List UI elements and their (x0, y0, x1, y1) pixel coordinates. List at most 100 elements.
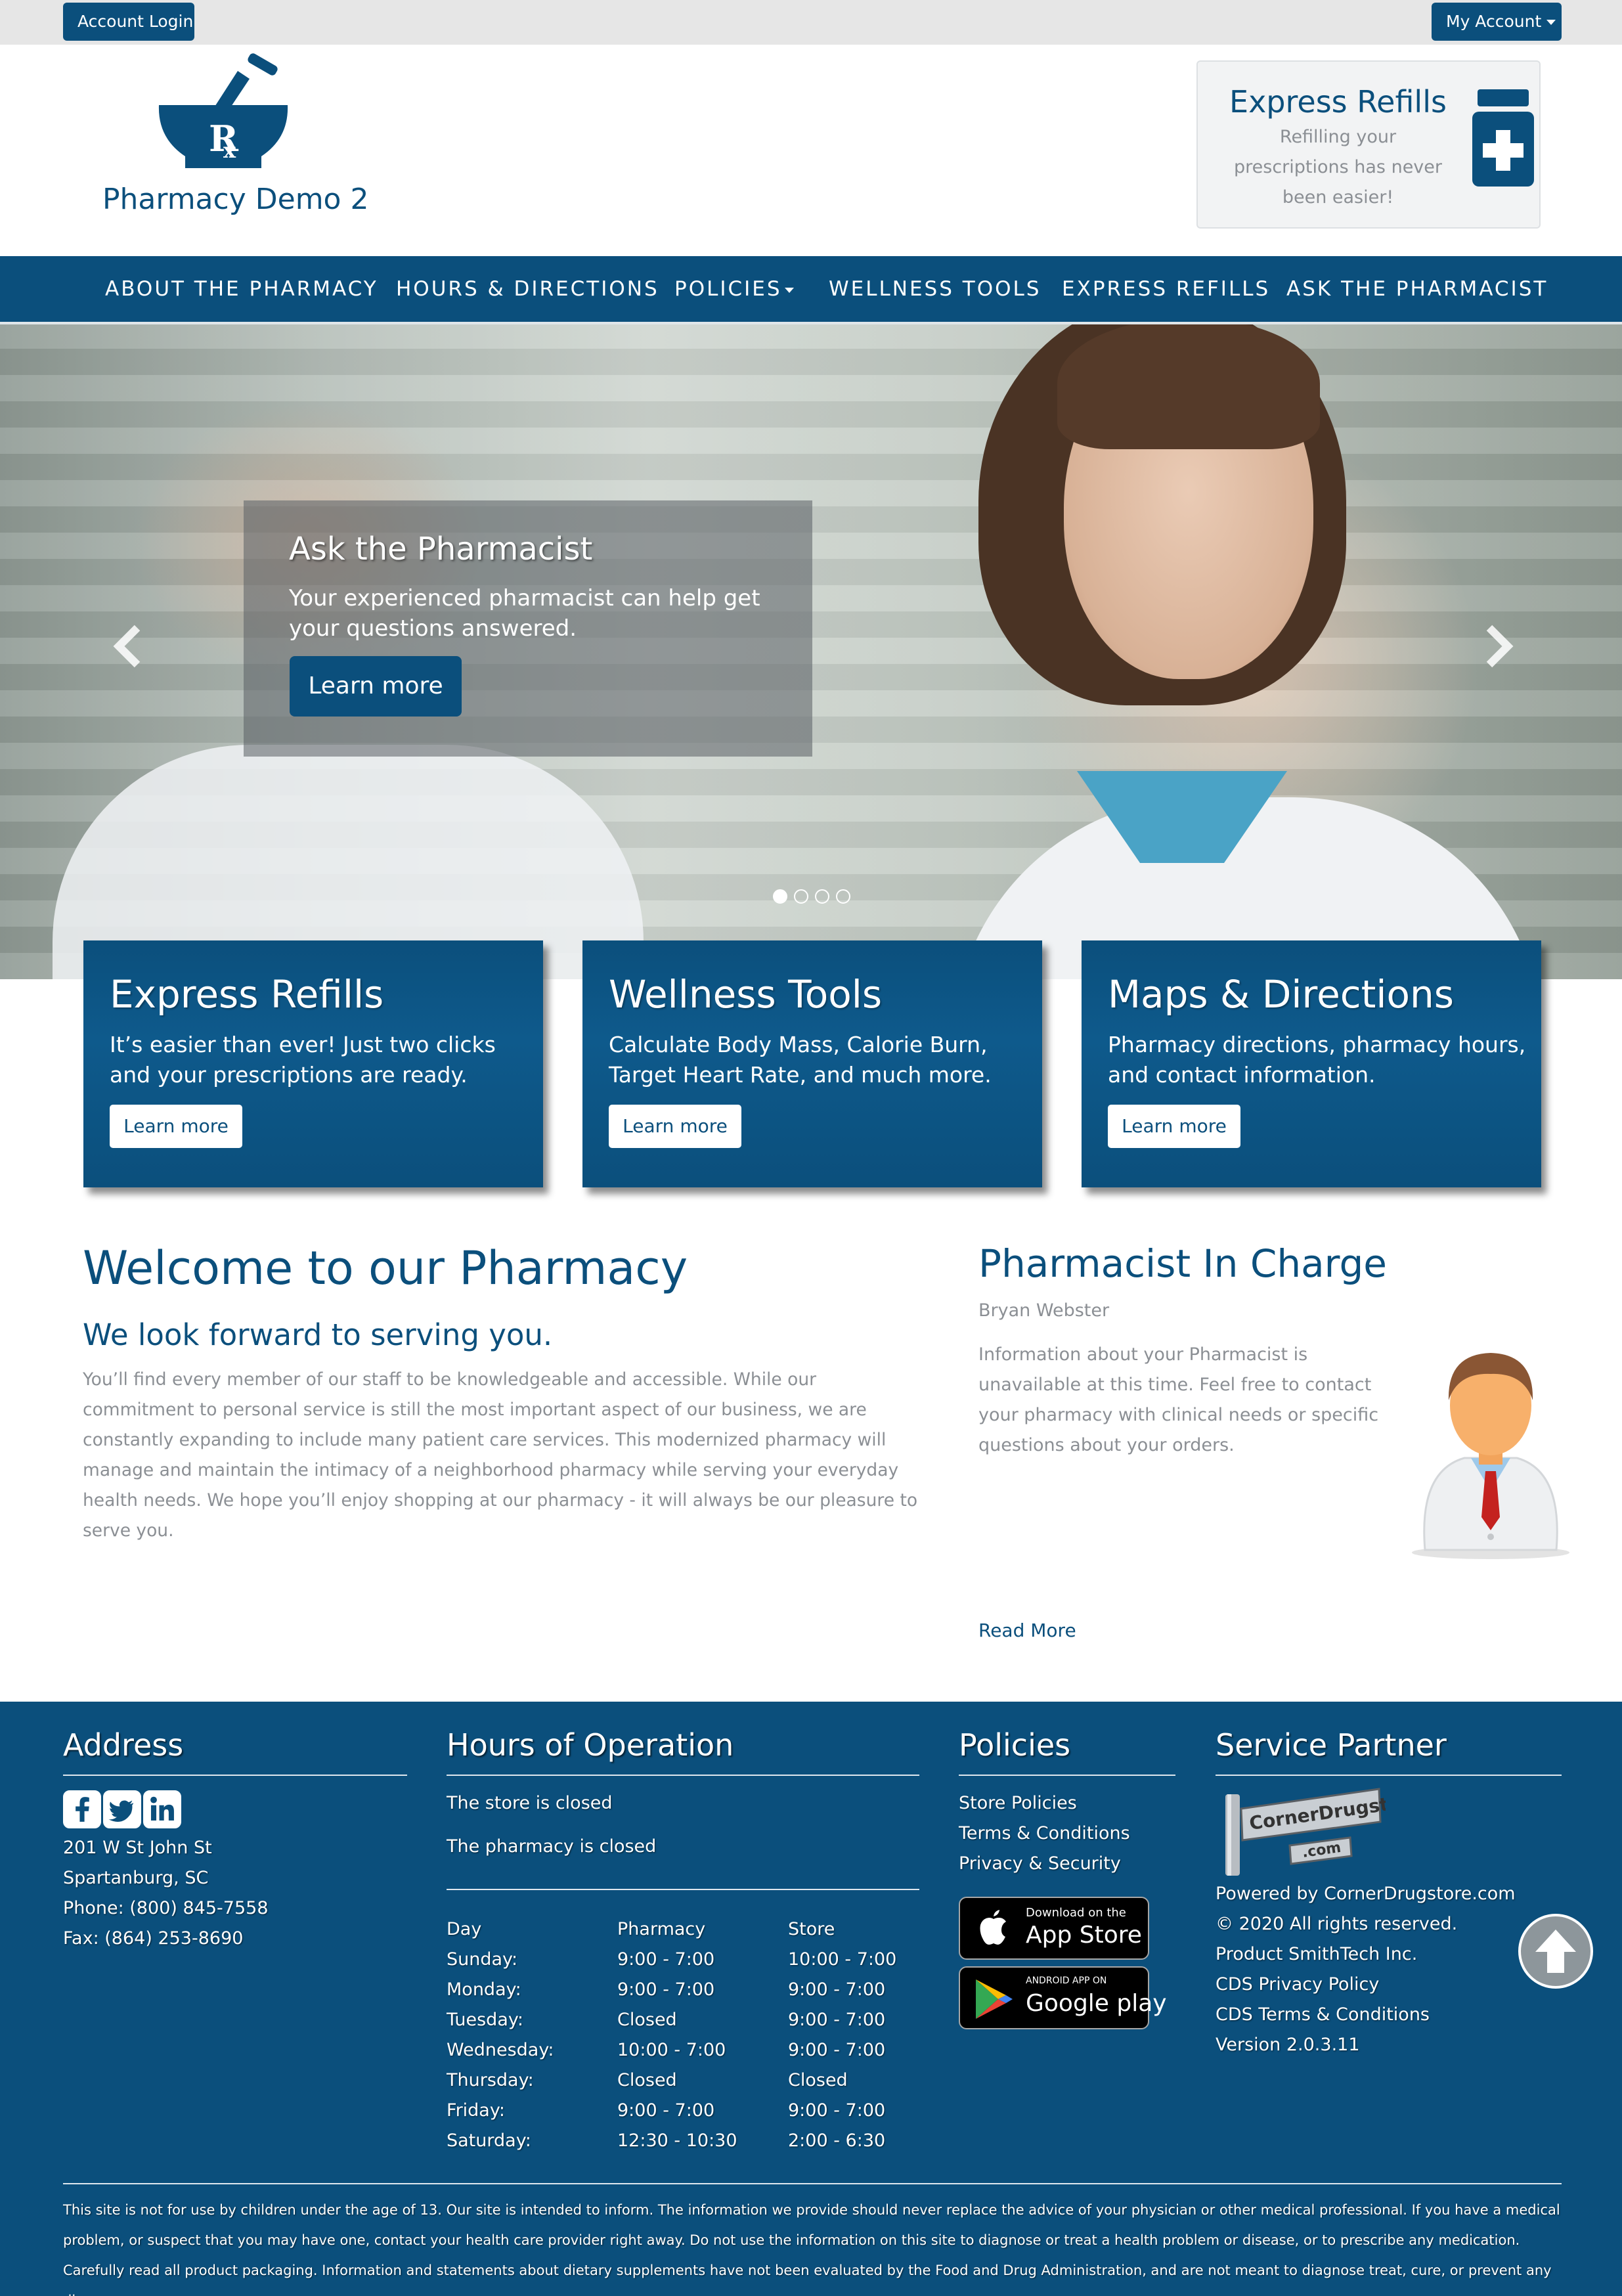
nav-item-policies[interactable]: POLICIES (674, 256, 794, 322)
welcome-subtitle: We look forward to serving you. (83, 1317, 553, 1352)
hours-day: Friday: (447, 2100, 505, 2121)
store-status: The store is closed (447, 1793, 613, 1813)
hours-day: Tuesday: (447, 2010, 523, 2030)
hours-pharmacy: 10:00 - 7:00 (617, 2040, 726, 2060)
chevron-left-icon[interactable] (108, 620, 148, 673)
footer-divider (959, 1775, 1175, 1776)
pharmacy-status: The pharmacy is closed (447, 1836, 657, 1857)
nav-item-about[interactable]: ABOUT THE PHARMACY (105, 256, 378, 322)
twitter-icon[interactable] (103, 1790, 141, 1828)
card-text: It’s easier than ever! Just two clicks a… (110, 1032, 496, 1088)
nav-item-express[interactable]: EXPRESS REFILLS (1062, 256, 1270, 322)
hours-day: Sunday: (447, 1949, 518, 1970)
caret-down-icon (784, 287, 794, 293)
nav-item-hours[interactable]: HOURS & DIRECTIONS (396, 256, 659, 322)
caret-down-icon (1546, 20, 1556, 25)
footer-divider (447, 1775, 919, 1776)
store-policies-link[interactable]: Store Policies (959, 1793, 1077, 1813)
hero-image-hair (1057, 324, 1320, 449)
google-play-badge[interactable]: ANDROID APP ON Google play (959, 1966, 1167, 2029)
hours-pharmacy: 9:00 - 7:00 (617, 1979, 715, 2000)
cds-privacy-link[interactable]: CDS Privacy Policy (1216, 1974, 1379, 1995)
pharmacist-text: Information about your Pharmacist is una… (978, 1344, 1379, 1455)
facebook-icon[interactable] (63, 1790, 101, 1828)
carousel-dot[interactable] (815, 889, 829, 904)
card-title: Express Refills (110, 972, 384, 1017)
welcome-title: Welcome to our Pharmacy (83, 1241, 688, 1295)
carousel-dot[interactable] (794, 889, 808, 904)
footer-divider (63, 1775, 407, 1776)
terms-conditions-link[interactable]: Terms & Conditions (959, 1823, 1130, 1843)
card-learn-more-button[interactable]: Learn more (110, 1105, 242, 1148)
hours-day: Thursday: (447, 2070, 534, 2090)
hours-store: 9:00 - 7:00 (788, 2010, 886, 2030)
feature-card-express-refills: Express Refills It’s easier than ever! J… (83, 940, 543, 1187)
card-text: Pharmacy directions, pharmacy hours, and… (1108, 1032, 1526, 1088)
express-refills-subtitle: Refilling your prescriptions has never b… (1234, 127, 1442, 208)
copyright-text: © 2020 All rights reserved. (1216, 1914, 1458, 1934)
hours-row: Tuesday: Closed 9:00 - 7:00 (447, 2010, 919, 2040)
card-title: Maps & Directions (1108, 972, 1454, 1017)
carousel-dot[interactable] (836, 889, 850, 904)
google-play-icon (976, 1979, 1013, 2019)
hours-row: Saturday: 12:30 - 10:30 2:00 - 6:30 (447, 2130, 919, 2161)
apple-icon (980, 1910, 1006, 1945)
account-login-button[interactable]: Account Login (63, 3, 194, 41)
address-phone[interactable]: Phone: (800) 845-7558 (63, 1898, 269, 1918)
footer-divider (447, 1889, 919, 1890)
card-text: Calculate Body Mass, Calorie Burn, Targe… (609, 1032, 992, 1088)
hours-store: 2:00 - 6:30 (788, 2130, 886, 2151)
site-name[interactable]: Pharmacy Demo 2 (102, 183, 368, 216)
hero-learn-more-button[interactable]: Learn more (290, 656, 462, 717)
footer-address-title: Address (63, 1727, 184, 1763)
nav-item-ask[interactable]: ASK THE PHARMACIST (1286, 256, 1548, 322)
hours-pharmacy: 9:00 - 7:00 (617, 1949, 715, 1970)
welcome-text: You’ll find every member of our staff to… (83, 1369, 918, 1541)
footer-divider (1216, 1775, 1562, 1776)
medicine-bottle-icon (1472, 89, 1534, 187)
hours-pharmacy: 9:00 - 7:00 (617, 2100, 715, 2121)
app-store-badge[interactable]: Download on the App Store (959, 1897, 1149, 1960)
hours-day: Wednesday: (447, 2040, 554, 2060)
hours-header-pharmacy: Pharmacy (617, 1919, 706, 1939)
hours-day: Monday: (447, 1979, 521, 2000)
hero-caption-title: Ask the Pharmacist (289, 531, 593, 567)
app-store-small-text: Download on the (1026, 1906, 1126, 1920)
cds-terms-link[interactable]: CDS Terms & Conditions (1216, 2004, 1430, 2025)
card-learn-more-button[interactable]: Learn more (1108, 1105, 1240, 1148)
my-account-dropdown[interactable]: My Account (1432, 3, 1562, 41)
card-title: Wellness Tools (609, 972, 883, 1017)
cornerdrugstore-logo[interactable]: CornerDrugstore .com (1221, 1785, 1386, 1877)
feature-card-maps-directions: Maps & Directions Pharmacy directions, p… (1082, 940, 1541, 1187)
hours-pharmacy: Closed (617, 2010, 677, 2030)
hours-store: 9:00 - 7:00 (788, 1979, 886, 2000)
hours-store: 10:00 - 7:00 (788, 1949, 897, 1970)
footer-policies-title: Policies (959, 1727, 1071, 1763)
powered-by-text[interactable]: Powered by CornerDrugstore.com (1216, 1884, 1516, 1904)
footer-partner-title: Service Partner (1216, 1727, 1447, 1763)
product-text: Product SmithTech Inc. (1216, 1944, 1418, 1964)
privacy-security-link[interactable]: Privacy & Security (959, 1853, 1121, 1874)
scroll-to-top-button[interactable] (1518, 1914, 1593, 1989)
pharmacist-name: Bryan Webster (978, 1300, 1110, 1321)
linkedin-icon[interactable] (143, 1790, 181, 1828)
footer-hours-title: Hours of Operation (447, 1727, 734, 1763)
hours-pharmacy: 12:30 - 10:30 (617, 2130, 737, 2151)
chevron-right-icon[interactable] (1479, 620, 1518, 673)
google-play-big-text: Google play (1026, 1990, 1167, 2017)
card-learn-more-button[interactable]: Learn more (609, 1105, 741, 1148)
footer-divider (63, 2183, 1562, 2184)
hero-caption-text: Your experienced pharmacist can help get… (289, 585, 760, 642)
hours-header-row: Day Pharmacy Store (447, 1919, 919, 1949)
feature-card-wellness-tools: Wellness Tools Calculate Body Mass, Calo… (582, 940, 1042, 1187)
nav-item-wellness[interactable]: WELLNESS TOOLS (829, 256, 1041, 322)
address-fax: Fax: (864) 253-8690 (63, 1928, 244, 1949)
express-refills-title: Express Refills (1229, 84, 1447, 120)
hours-row: Friday: 9:00 - 7:00 9:00 - 7:00 (447, 2100, 919, 2130)
carousel-dot[interactable] (773, 889, 787, 904)
my-account-label: My Account (1446, 12, 1542, 31)
pharmacist-title: Pharmacist In Charge (978, 1241, 1387, 1286)
hours-row: Monday: 9:00 - 7:00 9:00 - 7:00 (447, 1979, 919, 2010)
hours-store: 9:00 - 7:00 (788, 2100, 886, 2121)
read-more-link[interactable]: Read More (978, 1620, 1076, 1641)
